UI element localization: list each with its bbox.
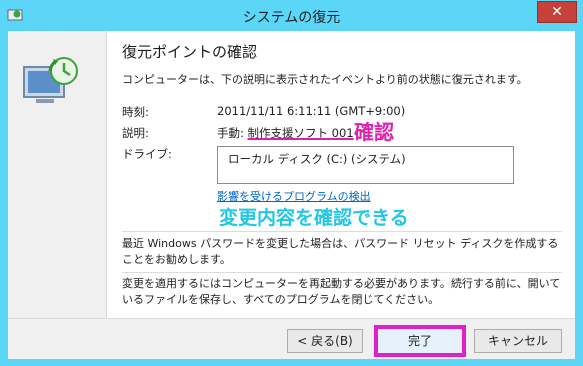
annotation-changes: 変更内容を確認できる xyxy=(219,207,409,229)
button-bar: < 戻る(B) 完了 キャンセル xyxy=(8,318,575,359)
cancel-button[interactable]: キャンセル xyxy=(474,329,562,353)
left-banner xyxy=(8,31,107,318)
divider xyxy=(122,231,562,232)
close-button[interactable]: ✕ xyxy=(537,1,577,23)
drive-item[interactable]: ローカル ディスク (C:) (システム) xyxy=(228,151,406,167)
intro-text: コンピューターは、下の説明に表示されたイベントより前の状態に復元されます。 xyxy=(122,73,528,86)
description-prefix: 手動: xyxy=(217,126,244,140)
description-label: 説明: xyxy=(122,126,149,140)
annotation-confirm: 確認 xyxy=(354,120,394,144)
drive-list[interactable]: ローカル ディスク (C:) (システム) xyxy=(217,146,514,184)
page-title: 復元ポイントの確認 xyxy=(122,43,258,61)
restart-notice: 変更を適用するにはコンピューターを再起動する必要があります。続行する前に、開いて… xyxy=(122,277,561,306)
system-restore-icon xyxy=(23,57,78,103)
description-value: 手動: 制作支援ソフト 001 xyxy=(217,125,354,141)
time-label: 時刻: xyxy=(122,105,149,119)
system-restore-window: システムの復元 ✕ 復元ポイントの確認 コンピューターは、下の説明に表示されたイ… xyxy=(0,0,583,366)
password-notice: 最近 Windows パスワードを変更した場合は、パスワード リセット ディスク… xyxy=(122,237,559,266)
title-bar[interactable]: システムの復元 ✕ xyxy=(0,0,583,32)
finish-button[interactable]: 完了 xyxy=(374,325,466,357)
dialog-content: 復元ポイントの確認 コンピューターは、下の説明に表示されたイベントより前の状態に… xyxy=(8,31,575,359)
description-text: 制作支援ソフト 001 xyxy=(247,126,354,140)
drive-label: ドライブ: xyxy=(122,147,172,161)
window-title: システムの復元 xyxy=(242,10,341,26)
scan-affected-programs-link[interactable]: 影響を受けるプログラムの検出 xyxy=(217,188,371,204)
back-button[interactable]: < 戻る(B) xyxy=(287,329,363,353)
divider xyxy=(122,272,562,273)
